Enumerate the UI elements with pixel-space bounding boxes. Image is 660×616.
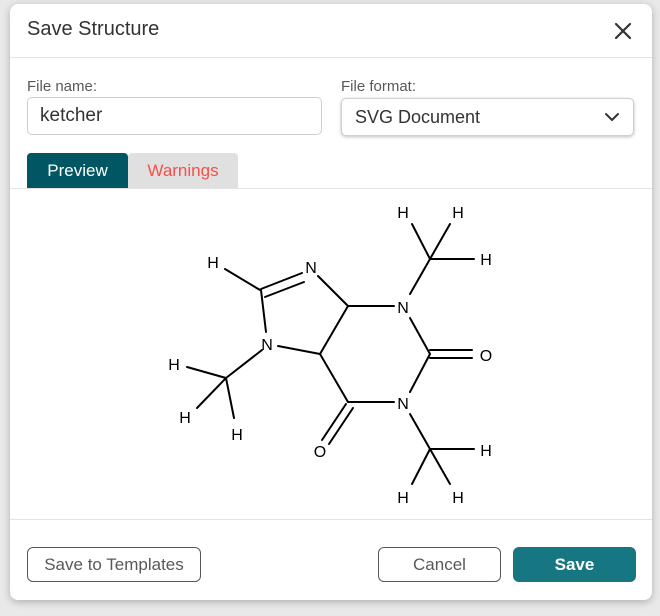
atom-label: H [168, 357, 180, 374]
atom-label: O [480, 348, 492, 365]
atom-label: N [397, 396, 409, 413]
file-name-input[interactable] [27, 97, 322, 135]
tab-warnings[interactable]: Warnings [128, 153, 238, 188]
dialog-header: Save Structure [10, 4, 652, 58]
atom-label: H [452, 490, 464, 507]
atom-label: O [314, 444, 326, 461]
atom-label: H [480, 252, 492, 269]
atom-label: H [231, 427, 243, 444]
atom-label: N [305, 260, 317, 277]
atom-label: H [397, 490, 409, 507]
file-format-label: File format: [341, 78, 417, 95]
save-structure-dialog: Save Structure File name: File format: S… [10, 4, 652, 600]
molecule-structure: H H H H N N O H N N H H O H H H [168, 205, 492, 507]
save-to-templates-button[interactable]: Save to Templates [27, 547, 201, 582]
atom-label: H [480, 443, 492, 460]
atom-label: H [397, 205, 409, 222]
close-button[interactable] [610, 18, 636, 44]
save-button[interactable]: Save [513, 547, 636, 582]
structure-preview: H H H H N N O H N N H H O H H H [10, 189, 652, 520]
dialog-title: Save Structure [27, 18, 160, 40]
atom-label: H [207, 255, 219, 272]
tab-preview[interactable]: Preview [27, 153, 128, 188]
file-name-label: File name: [27, 78, 98, 95]
atom-label: H [452, 205, 464, 222]
atom-label: N [397, 300, 409, 317]
cancel-button[interactable]: Cancel [378, 547, 501, 582]
atom-label: H [179, 410, 191, 427]
chevron-down-icon [605, 113, 619, 121]
file-format-value: SVG Document [355, 107, 481, 127]
atom-label: N [261, 337, 273, 354]
file-format-select[interactable]: SVG Document [341, 98, 634, 136]
close-icon [614, 22, 632, 40]
